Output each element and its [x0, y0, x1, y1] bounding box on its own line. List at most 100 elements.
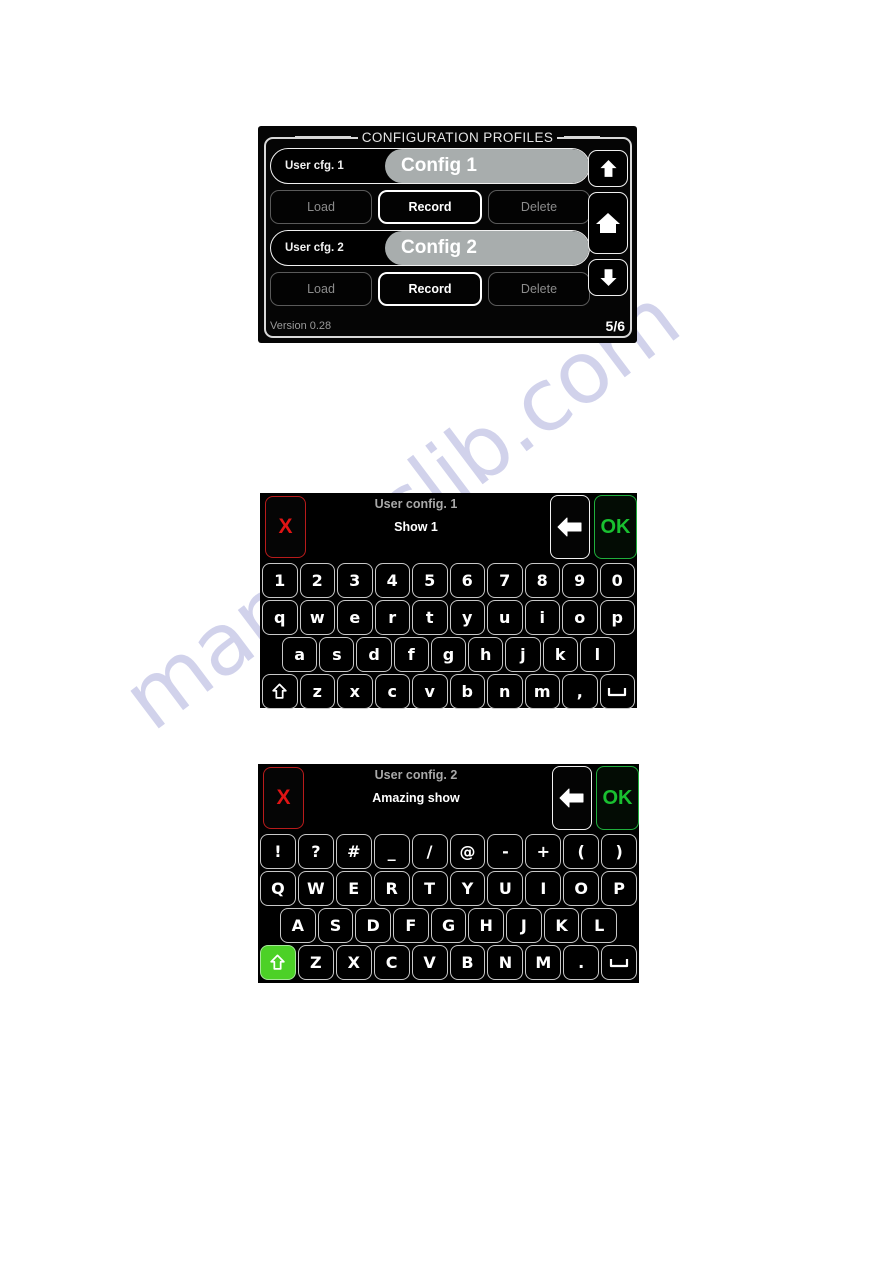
key-o[interactable]: o [562, 600, 598, 635]
key-w[interactable]: w [299, 600, 335, 635]
key-.[interactable]: . [563, 945, 600, 980]
key-z[interactable]: z [299, 674, 335, 709]
key-i[interactable]: i [524, 600, 560, 635]
key-6[interactable]: 6 [449, 563, 485, 598]
profile-row-1[interactable]: User cfg. 1 Config 1 [270, 148, 590, 184]
key-F[interactable]: F [393, 908, 429, 943]
scroll-up-button[interactable] [588, 150, 628, 187]
key-5[interactable]: 5 [412, 563, 448, 598]
key-u[interactable]: u [487, 600, 523, 635]
key-e[interactable]: e [337, 600, 373, 635]
key-Q[interactable]: Q [260, 871, 296, 906]
backspace-button-lowercase[interactable] [550, 495, 590, 559]
key-W[interactable]: W [297, 871, 334, 906]
backspace-button-uppercase[interactable] [552, 766, 592, 830]
key-2[interactable]: 2 [299, 563, 335, 598]
profile-2-delete-button[interactable]: Delete [488, 272, 590, 306]
scroll-down-button[interactable] [588, 259, 628, 296]
key-X[interactable]: X [335, 945, 372, 980]
key-J[interactable]: J [506, 908, 542, 943]
key-T[interactable]: T [411, 871, 448, 906]
key-7[interactable]: 7 [487, 563, 523, 598]
shift-arrow-icon [268, 953, 287, 972]
key-R[interactable]: R [373, 871, 410, 906]
key-P[interactable]: P [601, 871, 638, 906]
key-N[interactable]: N [487, 945, 524, 980]
key-t[interactable]: t [412, 600, 448, 635]
key-V[interactable]: V [411, 945, 448, 980]
key-O[interactable]: O [563, 871, 600, 906]
key-m[interactable]: m [524, 674, 560, 709]
key-I[interactable]: I [525, 871, 562, 906]
profile-1-record-button[interactable]: Record [378, 190, 482, 224]
profile-2-name-field[interactable]: Config 2 [385, 231, 589, 265]
key-K[interactable]: K [543, 908, 580, 943]
key-4[interactable]: 4 [374, 563, 410, 598]
key-h[interactable]: h [468, 637, 504, 672]
key-n[interactable]: n [487, 674, 523, 709]
key-d[interactable]: d [356, 637, 392, 672]
profile-row-2[interactable]: User cfg. 2 Config 2 [270, 230, 590, 266]
key-U[interactable]: U [487, 871, 524, 906]
key-b[interactable]: b [449, 674, 485, 709]
key-#[interactable]: # [335, 834, 372, 869]
key-A[interactable]: A [280, 908, 316, 943]
profile-2-record-button[interactable]: Record [378, 272, 482, 306]
cancel-button-uppercase[interactable]: X [263, 767, 304, 829]
key-p[interactable]: p [599, 600, 635, 635]
key-s[interactable]: s [319, 637, 355, 672]
key-?[interactable]: ? [297, 834, 334, 869]
key-@[interactable]: @ [449, 834, 486, 869]
key-1[interactable]: 1 [262, 563, 298, 598]
key-g[interactable]: g [430, 637, 467, 672]
key-M[interactable]: M [525, 945, 562, 980]
home-button[interactable] [588, 192, 628, 254]
key--[interactable]: - [487, 834, 524, 869]
key-)[interactable]: ) [601, 834, 638, 869]
key-space[interactable] [599, 674, 635, 709]
key-j[interactable]: j [505, 637, 541, 672]
profile-1-delete-button[interactable]: Delete [488, 190, 590, 224]
key-k[interactable]: k [542, 637, 578, 672]
key-9[interactable]: 9 [562, 563, 598, 598]
key-shift[interactable] [262, 674, 298, 709]
key-Y[interactable]: Y [449, 871, 486, 906]
key-shift[interactable] [260, 945, 296, 980]
ok-button-lowercase[interactable]: OK [594, 495, 637, 559]
key-3[interactable]: 3 [337, 563, 373, 598]
key-+[interactable]: + [525, 834, 562, 869]
key-G[interactable]: G [430, 908, 467, 943]
key-a[interactable]: a [282, 637, 318, 672]
profile-1-load-button[interactable]: Load [270, 190, 372, 224]
key-8[interactable]: 8 [524, 563, 560, 598]
page-indicator: 5/6 [605, 318, 625, 334]
key-c[interactable]: c [374, 674, 410, 709]
key-q[interactable]: q [262, 600, 298, 635]
key-y[interactable]: y [449, 600, 485, 635]
profile-2-load-button[interactable]: Load [270, 272, 372, 306]
key-_[interactable]: _ [373, 834, 410, 869]
cancel-button-lowercase[interactable]: X [265, 496, 306, 558]
key-x[interactable]: x [337, 674, 373, 709]
key-L[interactable]: L [581, 908, 618, 943]
key-C[interactable]: C [373, 945, 410, 980]
key-D[interactable]: D [355, 908, 392, 943]
key-S[interactable]: S [317, 908, 354, 943]
key-space[interactable] [601, 945, 638, 980]
key-H[interactable]: H [468, 908, 505, 943]
profile-1-name-field[interactable]: Config 1 [385, 149, 589, 183]
key-r[interactable]: r [374, 600, 410, 635]
key-B[interactable]: B [449, 945, 486, 980]
key-v[interactable]: v [412, 674, 448, 709]
key-/[interactable]: / [411, 834, 448, 869]
key-([interactable]: ( [563, 834, 600, 869]
key-l[interactable]: l [579, 637, 615, 672]
key-f[interactable]: f [393, 637, 429, 672]
key-E[interactable]: E [335, 871, 372, 906]
key-0[interactable]: 0 [599, 563, 635, 598]
key-row-home: asdfghjkl [260, 637, 637, 672]
ok-button-uppercase[interactable]: OK [596, 766, 639, 830]
key-Z[interactable]: Z [297, 945, 334, 980]
key-![interactable]: ! [260, 834, 296, 869]
key-,[interactable]: , [562, 674, 598, 709]
